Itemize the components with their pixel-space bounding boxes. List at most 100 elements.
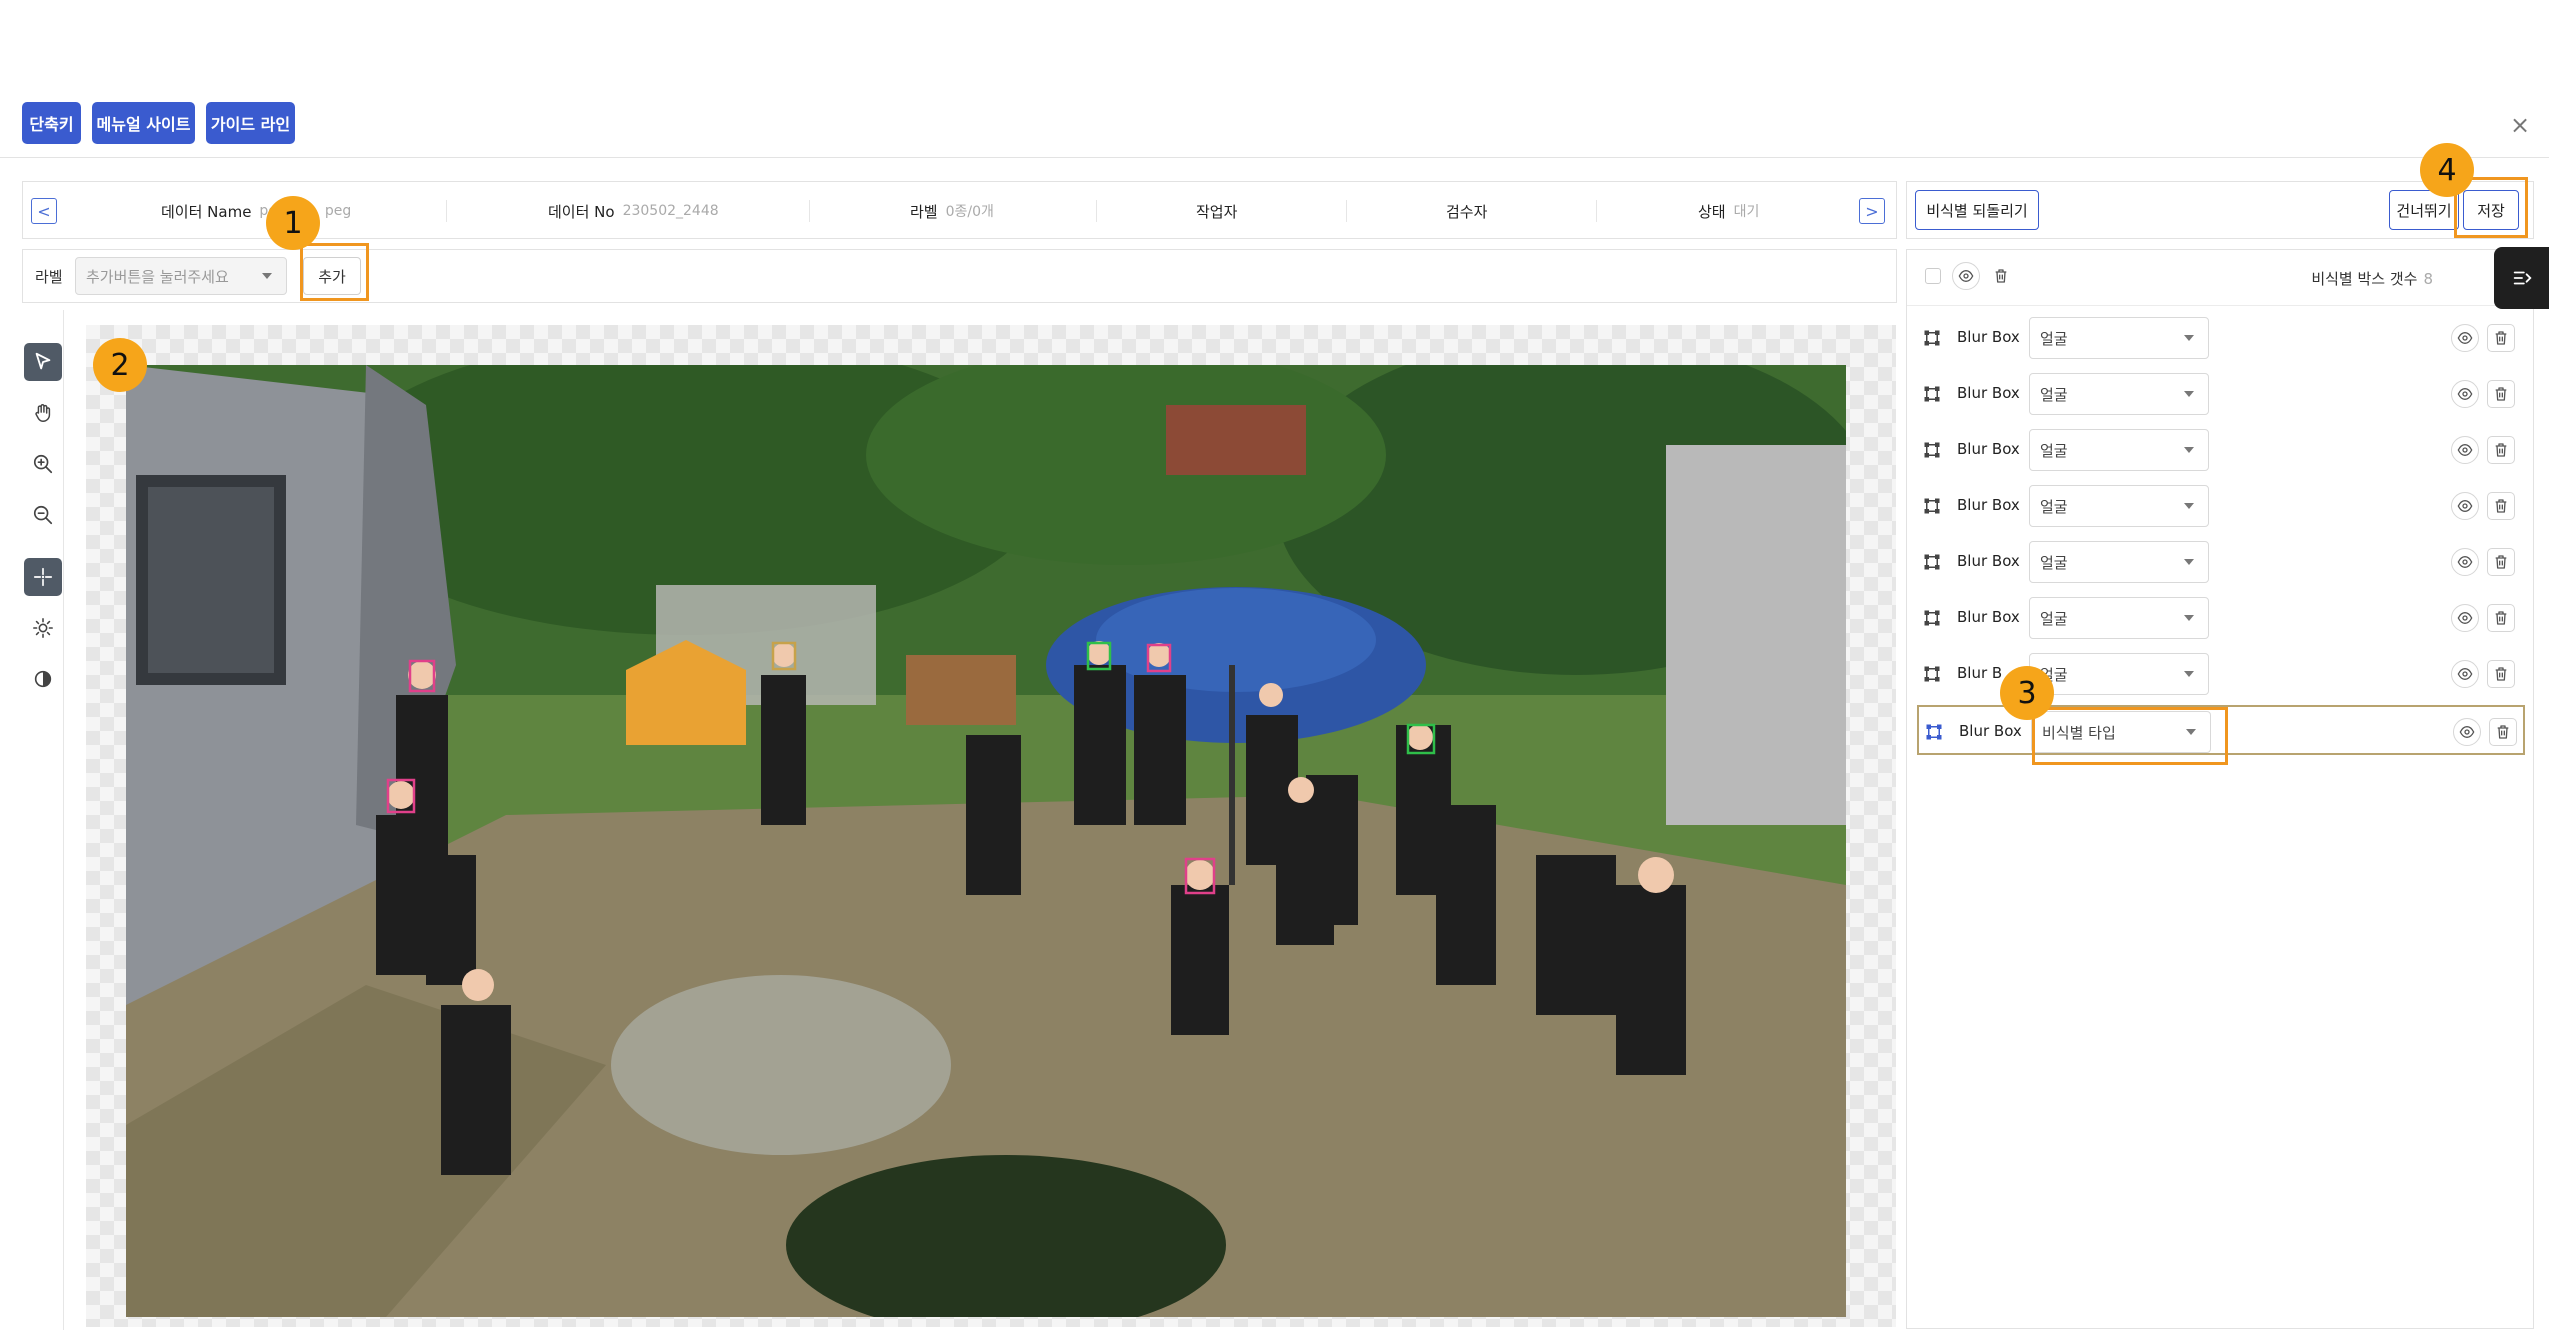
annotated-photo[interactable]	[126, 365, 1846, 1317]
delete-box-button[interactable]	[2489, 718, 2517, 746]
trash-icon	[1995, 269, 2007, 283]
data-no-value: 230502_2448	[622, 203, 719, 219]
blur-type-select[interactable]: 얼굴	[2029, 373, 2209, 415]
data-name-field: 데이터 Name pe peg	[161, 199, 351, 223]
delete-box-button[interactable]	[2487, 436, 2515, 464]
delete-box-button[interactable]	[2487, 548, 2515, 576]
callout-3: 3	[2000, 666, 2054, 720]
toggle-visibility-button[interactable]	[2451, 492, 2479, 520]
zoom-in-icon	[33, 454, 53, 474]
pointer-icon	[35, 352, 51, 370]
data-name-label: 데이터 Name	[161, 202, 252, 221]
brightness-button[interactable]	[24, 609, 62, 647]
blur-type-select[interactable]: 얼굴	[2029, 653, 2209, 695]
toggle-visibility-button[interactable]	[2453, 718, 2481, 746]
eye-icon	[2457, 443, 2473, 457]
delete-box-button[interactable]	[2487, 604, 2515, 632]
zoom-out-button[interactable]	[24, 496, 62, 534]
blur-box-row[interactable]: Blur Box 얼굴	[1917, 593, 2525, 643]
prev-data-button[interactable]: <	[31, 198, 57, 224]
blur-type-select[interactable]: 얼굴	[2029, 317, 2209, 359]
blur-type-select[interactable]: 얼굴	[2029, 541, 2209, 583]
reviewer-field: 검수자	[1446, 199, 1487, 223]
chevron-down-icon	[2184, 559, 2194, 565]
chevron-down-icon	[2184, 447, 2194, 453]
callout-2: 2	[93, 338, 147, 392]
blur-box-panel: 비식별 박스 갯수 8 Blur Box 얼굴 Blur Box 얼굴 Blur Box 얼…	[1906, 249, 2534, 1329]
panel-toggle-button[interactable]	[2494, 247, 2549, 309]
blur-type-select[interactable]: 얼굴	[2029, 485, 2209, 527]
contrast-button[interactable]	[24, 660, 62, 698]
blur-type-value: 얼굴	[2040, 441, 2068, 460]
bounding-box-icon	[1924, 554, 1940, 570]
chevron-down-icon	[2184, 503, 2194, 509]
eye-icon	[2457, 331, 2473, 345]
zoom-out-icon	[33, 505, 53, 525]
blur-box-panel-header: 비식별 박스 갯수 8	[1907, 250, 2533, 306]
delete-box-button[interactable]	[2487, 324, 2515, 352]
chevron-down-icon	[2184, 335, 2194, 341]
bounding-box-icon	[1926, 724, 1942, 740]
contrast-icon	[34, 670, 52, 688]
chevron-down-icon	[262, 273, 272, 279]
eye-icon	[2457, 387, 2473, 401]
label-select-placeholder: 추가버튼을 눌러주세요	[86, 267, 229, 286]
toggle-visibility-button[interactable]	[2451, 380, 2479, 408]
blur-type-select[interactable]: 얼굴	[2029, 597, 2209, 639]
add-button-highlight	[300, 243, 369, 301]
worker-field: 작업자	[1196, 199, 1237, 223]
zoom-in-button[interactable]	[24, 445, 62, 483]
toggle-visibility-button[interactable]	[2451, 548, 2479, 576]
hand-icon	[35, 404, 51, 422]
bounding-box-icon	[1924, 498, 1940, 514]
toggle-visibility-button[interactable]	[2451, 604, 2479, 632]
info-separator	[1346, 200, 1347, 222]
manual-site-button[interactable]: 메뉴얼 사이트	[92, 102, 195, 144]
select-all-checkbox[interactable]	[1925, 268, 1941, 284]
trash-icon	[2495, 499, 2507, 513]
eye-icon	[2457, 555, 2473, 569]
data-name-value-tail: peg	[324, 203, 352, 219]
next-data-button[interactable]: >	[1859, 198, 1885, 224]
eye-icon	[2457, 499, 2473, 513]
close-icon[interactable]: ×	[2505, 110, 2535, 140]
blur-type-value: 얼굴	[2040, 553, 2068, 572]
blur-type-select[interactable]: 얼굴	[2029, 429, 2209, 471]
toggle-all-visibility-button[interactable]	[1952, 262, 1980, 290]
blur-box-row[interactable]: Blur Box 얼굴	[1917, 313, 2525, 363]
blur-box-name: Blur Box	[1957, 496, 2020, 514]
restore-deidentification-button[interactable]: 비식별 되돌리기	[1915, 190, 2039, 230]
delete-box-button[interactable]	[2487, 492, 2515, 520]
guideline-button[interactable]: 가이드 라인	[206, 102, 295, 144]
delete-all-button[interactable]	[1987, 262, 2015, 290]
label-title: 라벨	[35, 268, 63, 286]
blur-box-name: Blur Box	[1957, 440, 2020, 458]
label-count-label: 라벨	[910, 202, 938, 221]
select-tool-button[interactable]	[24, 343, 62, 381]
delete-box-button[interactable]	[2487, 660, 2515, 688]
bounding-box-icon	[1924, 666, 1940, 682]
chevron-down-icon	[2184, 671, 2194, 677]
blur-box-row[interactable]: Blur Box 얼굴	[1917, 369, 2525, 419]
shortcut-button[interactable]: 단축키	[22, 102, 81, 144]
pan-tool-button[interactable]	[24, 394, 62, 432]
toggle-visibility-button[interactable]	[2451, 324, 2479, 352]
blur-box-name: Blur Box	[1957, 552, 2020, 570]
blur-type-value: 얼굴	[2040, 329, 2068, 348]
trash-icon	[2495, 667, 2507, 681]
label-select[interactable]: 추가버튼을 눌러주세요	[75, 257, 287, 295]
panel-toggle-icon	[2513, 271, 2532, 285]
status-label: 상태	[1698, 202, 1726, 221]
blur-box-row[interactable]: Blur Box 얼굴	[1917, 481, 2525, 531]
tool-column	[22, 310, 64, 1330]
bounding-box-tool-button[interactable]	[24, 558, 62, 596]
blur-box-row[interactable]: Blur Box 얼굴	[1917, 537, 2525, 587]
blur-box-row[interactable]: Blur Box 얼굴	[1917, 425, 2525, 475]
toggle-visibility-button[interactable]	[2451, 436, 2479, 464]
info-separator	[1096, 200, 1097, 222]
trash-icon	[2495, 443, 2507, 457]
status-value: 대기	[1733, 204, 1760, 220]
toggle-visibility-button[interactable]	[2451, 660, 2479, 688]
delete-box-button[interactable]	[2487, 380, 2515, 408]
data-no-label: 데이터 No	[548, 202, 615, 221]
